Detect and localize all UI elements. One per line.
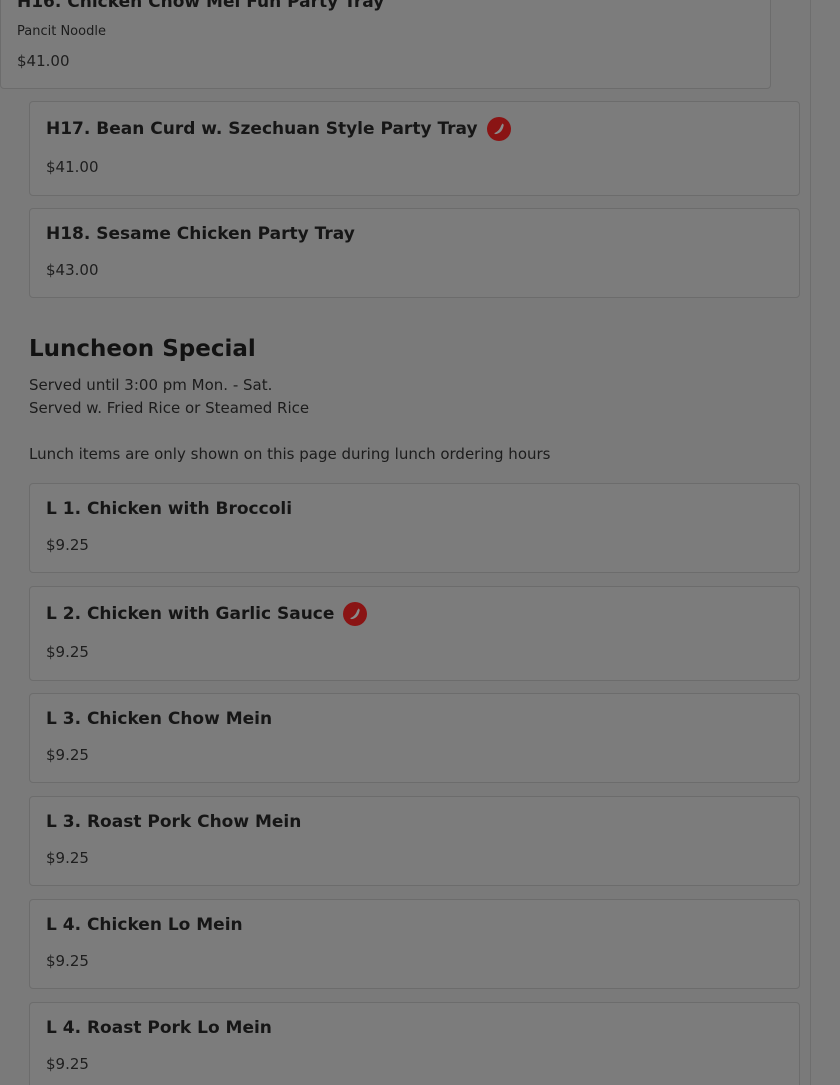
section-note: Served until 3:00 pm Mon. - Sat. <box>29 376 273 394</box>
section-title: Luncheon Special <box>29 336 256 362</box>
menu-item-card[interactable]: H16. Chicken Chow Mei Fun Party Tray Pan… <box>0 0 771 89</box>
menu-item-price: $9.25 <box>46 849 89 867</box>
menu-item-card[interactable]: L 3. Chicken Chow Mein $9.25 <box>29 693 800 783</box>
menu-item-card[interactable]: H17. Bean Curd w. Szechuan Style Party T… <box>29 101 800 196</box>
menu-item-card[interactable]: L 1. Chicken with Broccoli $9.25 <box>29 483 800 573</box>
section-note: Lunch items are only shown on this page … <box>29 445 551 463</box>
menu-item-title: L 1. Chicken with Broccoli <box>46 499 293 519</box>
menu-item-title: L 4. Roast Pork Lo Mein <box>46 1018 272 1038</box>
menu-item-card[interactable]: L 2. Chicken with Garlic Sauce $9.25 <box>29 586 800 681</box>
menu-item-price: $43.00 <box>46 261 99 279</box>
menu-item-title: L 4. Chicken Lo Mein <box>46 915 243 935</box>
menu-item-price: $41.00 <box>46 158 99 176</box>
menu-item-card[interactable]: L 4. Roast Pork Lo Mein $9.25 <box>29 1002 800 1085</box>
menu-item-description: Pancit Noodle <box>17 24 106 39</box>
spicy-pepper-icon <box>343 602 368 626</box>
menu-item-title: H16. Chicken Chow Mei Fun Party Tray <box>17 0 385 12</box>
menu-page: H16. Chicken Chow Mei Fun Party Tray Pan… <box>0 0 840 1085</box>
menu-item-price: $9.25 <box>46 643 89 661</box>
menu-item-card[interactable]: H18. Sesame Chicken Party Tray $43.00 <box>29 208 800 298</box>
menu-item-title: L 2. Chicken with Garlic Sauce <box>46 602 368 626</box>
spicy-pepper-icon <box>486 117 511 141</box>
menu-item-title: H17. Bean Curd w. Szechuan Style Party T… <box>46 117 511 141</box>
menu-item-price: $9.25 <box>46 952 89 970</box>
menu-item-card[interactable]: L 3. Roast Pork Chow Mein $9.25 <box>29 796 800 886</box>
menu-item-title: H18. Sesame Chicken Party Tray <box>46 224 355 244</box>
menu-item-price: $41.00 <box>17 52 70 70</box>
menu-item-price: $9.25 <box>46 536 89 554</box>
scrollbar-track[interactable] <box>810 0 840 1085</box>
menu-item-card[interactable]: L 4. Chicken Lo Mein $9.25 <box>29 899 800 989</box>
menu-item-title: L 3. Chicken Chow Mein <box>46 709 273 729</box>
menu-item-title: L 3. Roast Pork Chow Mein <box>46 812 302 832</box>
menu-item-price: $9.25 <box>46 1055 89 1073</box>
section-note: Served w. Fried Rice or Steamed Rice <box>29 399 310 417</box>
menu-item-price: $9.25 <box>46 746 89 764</box>
